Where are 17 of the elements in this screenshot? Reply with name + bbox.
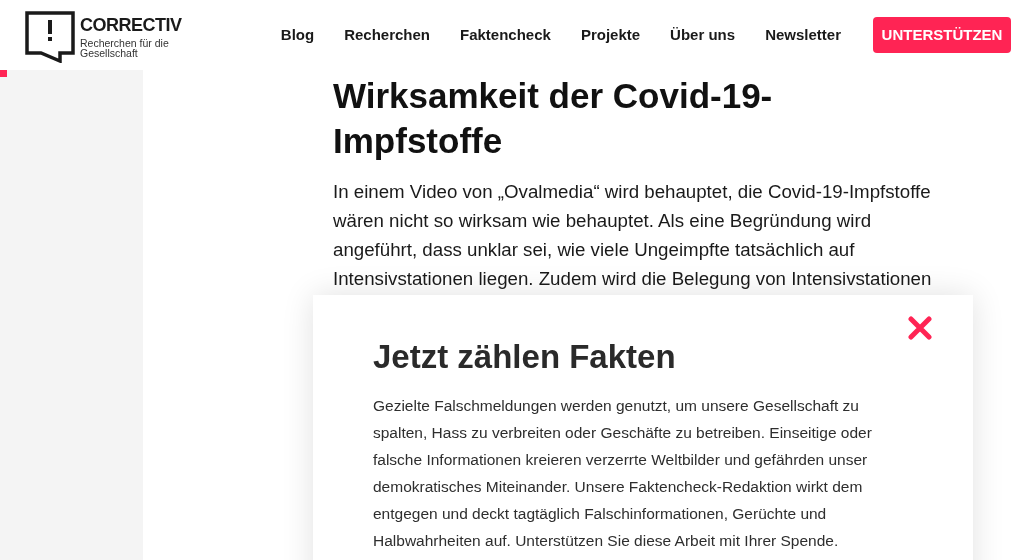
nav-link[interactable]: Blog	[280, 23, 315, 47]
nav-link[interactable]: Projekte	[580, 23, 641, 47]
nav-link[interactable]: Newsletter	[765, 23, 841, 47]
dialog-title: Jetzt zählen Fakten	[373, 337, 676, 377]
nav-link[interactable]: Faktencheck	[460, 23, 551, 47]
close-button[interactable]	[908, 316, 932, 340]
dialog-text: Gezielte Falschmeldungen werden genutzt, um unsere Gesellschaft zu spalten, Hass zu verbreiten oder Geschäfte zu betreiben. Einseitige oder falsche Informationen kreieren verzerrte Weltbilder und gefährden unser demokratisches Miteinander. Unsere Faktencheck-Redaktion wirkt dem entgegen und deckt tagtäglich Falschinformationen, Gerüchte und Halbwahrheiten auf. Unterstützen Sie diese Arbeit mit Ihrer Spende.	[373, 396, 873, 551]
square-marker-icon	[0, 70, 7, 77]
logo-icon	[25, 11, 75, 63]
nav-link[interactable]: Recherchen	[344, 23, 430, 47]
close-icon	[908, 316, 932, 340]
brand-tagline: Recherchen für die Gesellschaft	[80, 38, 170, 58]
article-title: Wirksamkeit der Covid-19-Impfstoffe	[333, 75, 774, 162]
nav-link[interactable]: Über uns	[670, 23, 736, 47]
brand-name: CORRECTIV	[80, 15, 182, 35]
donate-button[interactable]: UNTERSTÜTZEN	[873, 17, 1011, 53]
article-lead: In einem Video von „Ovalmedia“ wird behauptet, die Covid-19-Impfstoffe wären nicht so wirksam wie behauptet. Als eine Begründung wird angeführt, dass unklar sei, wie viele Ungeimpfte tatsächlich auf Intensivstationen liegen. Zudem wird die Belegung von Intensivstationen	[333, 180, 933, 291]
